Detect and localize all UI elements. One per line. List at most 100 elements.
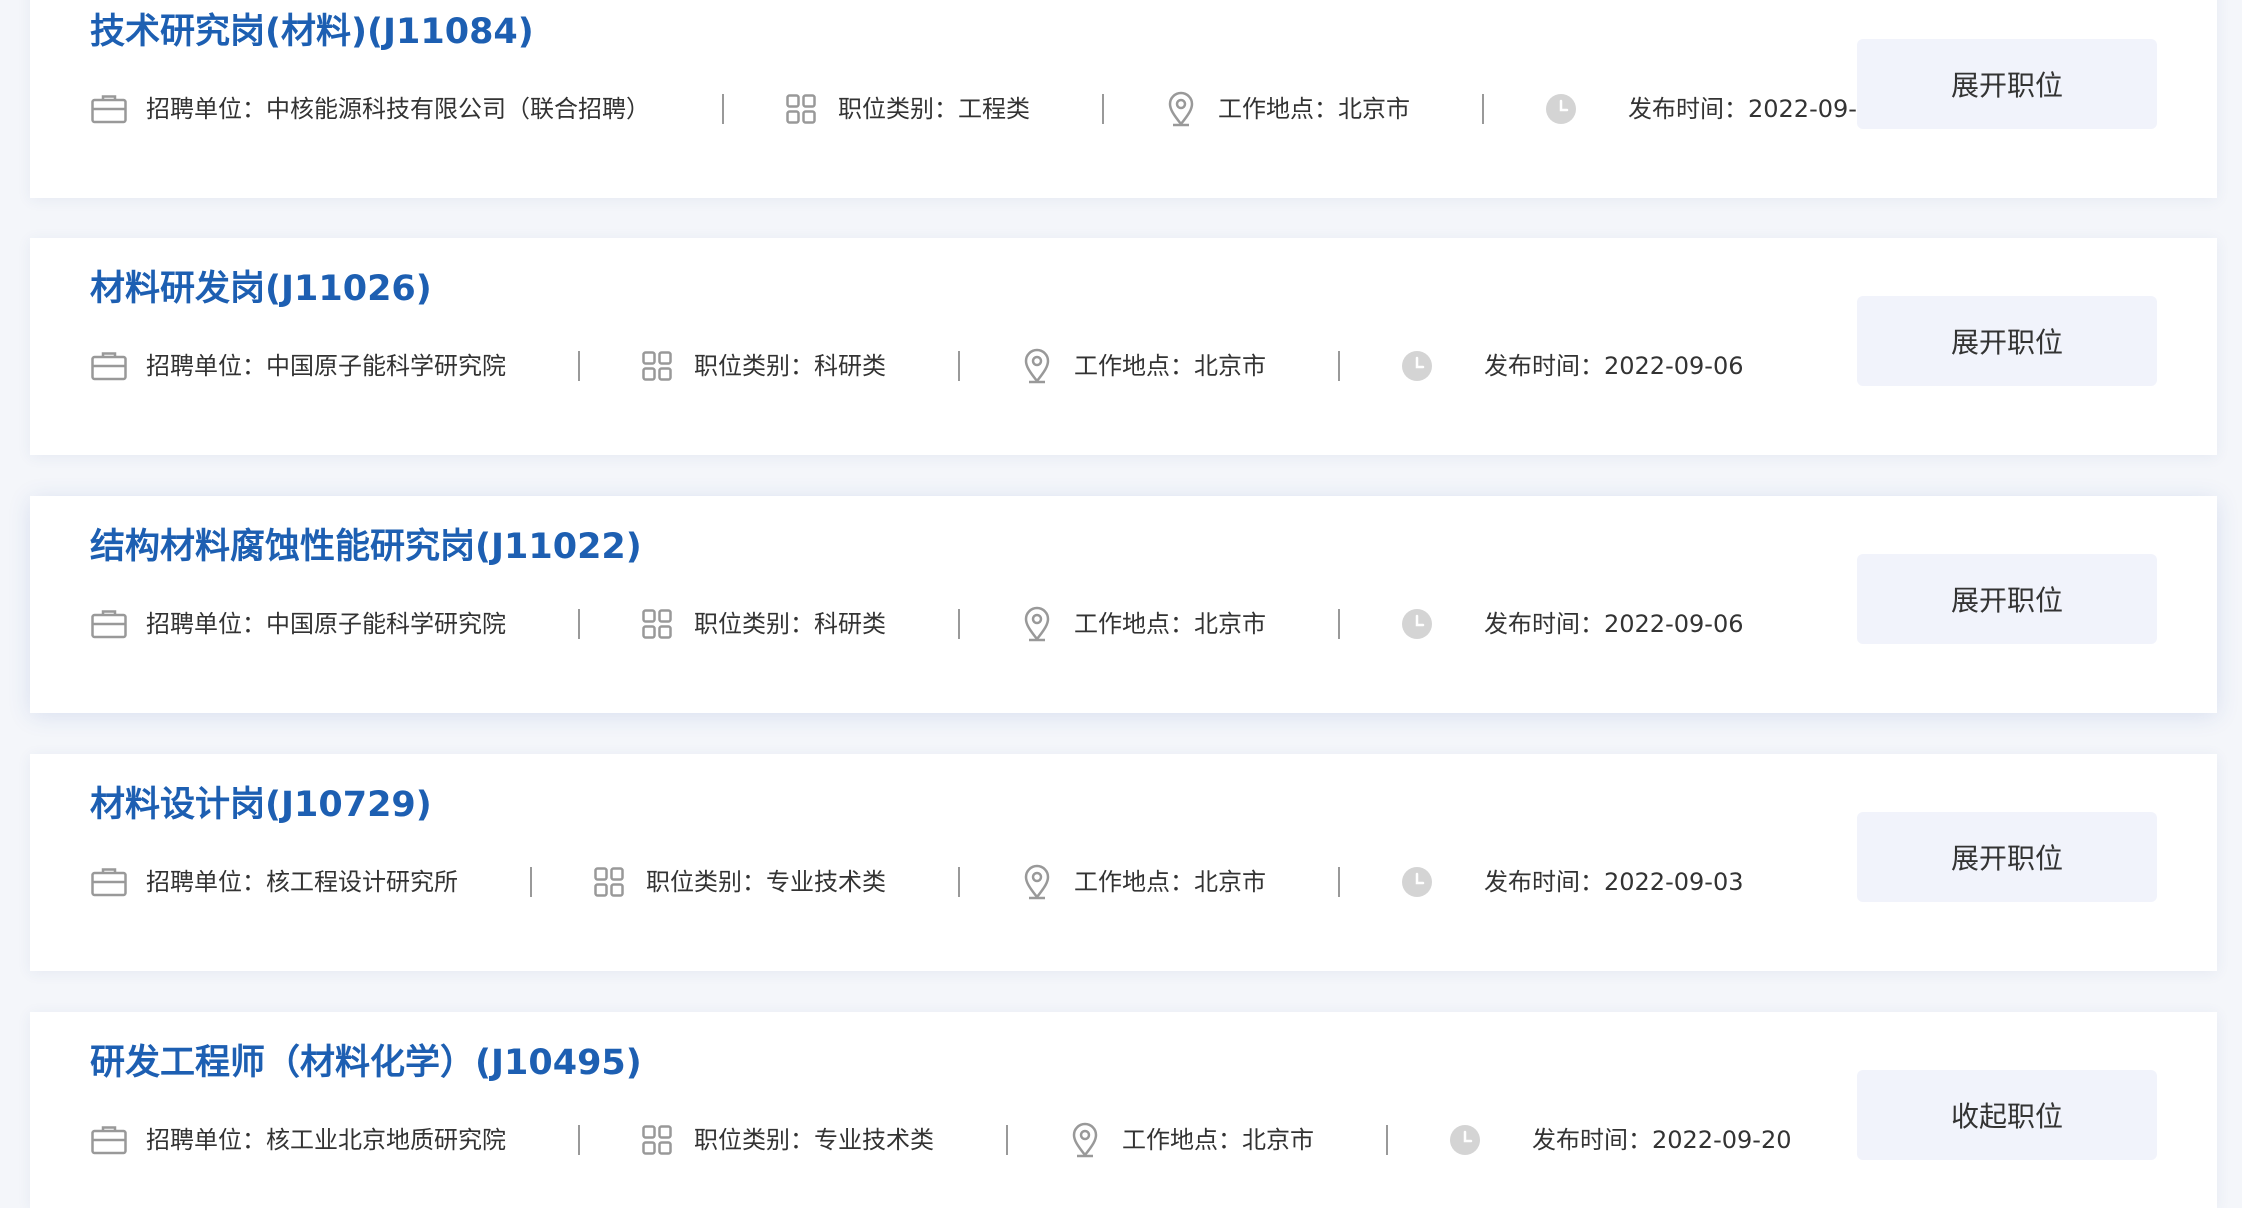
- meta-divider: [722, 94, 724, 124]
- job-list: 技术研究岗(材料)(J11084) 招聘单位： 中核能源科技有限公司（联合招聘） …: [0, 0, 2242, 1208]
- clock-icon: [1398, 347, 1436, 385]
- meta-divider: [1338, 351, 1340, 381]
- category-value: 专业技术类: [766, 868, 886, 896]
- category-value: 科研类: [814, 610, 886, 638]
- date-value: 2022-09-06: [1604, 610, 1744, 638]
- location-value: 北京市: [1242, 1126, 1314, 1154]
- grid-icon: [638, 1121, 676, 1159]
- meta-divider: [958, 609, 960, 639]
- expand-position-button[interactable]: 展开职位: [1857, 554, 2157, 644]
- company-label: 招聘单位：: [146, 352, 266, 380]
- date-meta: 发布时间： 2022-09-20: [1446, 1120, 1791, 1160]
- date-label: 发布时间：: [1484, 352, 1604, 380]
- company-meta: 招聘单位： 核工程设计研究所: [90, 862, 458, 902]
- category-value: 工程类: [958, 95, 1030, 123]
- job-meta-row: 招聘单位： 中核能源科技有限公司（联合招聘） 职位类别： 工程类 工作地点： 北京市: [90, 89, 1887, 129]
- date-label: 发布时间：: [1484, 610, 1604, 638]
- meta-divider: [958, 351, 960, 381]
- location-value: 北京市: [1194, 868, 1266, 896]
- category-meta: 职位类别： 专业技术类: [590, 862, 886, 902]
- grid-icon: [782, 90, 820, 128]
- grid-icon: [590, 863, 628, 901]
- location-value: 北京市: [1194, 352, 1266, 380]
- briefcase-icon: [90, 605, 128, 643]
- expand-position-button[interactable]: 展开职位: [1857, 296, 2157, 386]
- company-label: 招聘单位：: [146, 868, 266, 896]
- location-value: 北京市: [1194, 610, 1266, 638]
- expand-position-button[interactable]: 展开职位: [1857, 39, 2157, 129]
- location-label: 工作地点：: [1218, 95, 1338, 123]
- location-label: 工作地点：: [1122, 1126, 1242, 1154]
- location-pin-icon: [1018, 347, 1056, 385]
- job-card[interactable]: 材料研发岗(J11026) 招聘单位：中国原子能科学研究院 职位类别：科研类: [30, 238, 2217, 455]
- briefcase-icon: [90, 347, 128, 385]
- job-title[interactable]: 材料设计岗(J10729): [90, 783, 432, 827]
- company-value: 中国原子能科学研究院: [266, 610, 506, 638]
- job-meta-row: 招聘单位： 核工业北京地质研究院 职位类别： 专业技术类 工作地点： 北京市 发…: [90, 1120, 1791, 1160]
- job-card[interactable]: 技术研究岗(材料)(J11084) 招聘单位： 中核能源科技有限公司（联合招聘） …: [30, 0, 2217, 198]
- category-meta: 职位类别： 工程类: [782, 89, 1030, 129]
- meta-divider: [1338, 609, 1340, 639]
- location-label: 工作地点：: [1074, 610, 1194, 638]
- date-value: 2022-09-03: [1604, 868, 1744, 896]
- job-card[interactable]: 材料设计岗(J10729) 招聘单位：核工程设计研究所 职位类别：专业技术类: [30, 754, 2217, 971]
- category-label: 职位类别：: [838, 95, 958, 123]
- date-meta: 发布时间： 2022-09-09: [1542, 89, 1887, 129]
- location-meta: 工作地点： 北京市: [1018, 604, 1266, 644]
- date-value: 2022-09-20: [1652, 1126, 1792, 1154]
- job-card[interactable]: 结构材料腐蚀性能研究岗(J11022) 招聘单位： 中国原子能科学研究院 职位类别…: [30, 496, 2217, 713]
- location-pin-icon: [1162, 90, 1200, 128]
- company-meta: 招聘单位： 核工业北京地质研究院: [90, 1120, 506, 1160]
- location-pin-icon: [1018, 605, 1056, 643]
- category-meta: 职位类别： 科研类: [638, 346, 886, 386]
- location-meta: 工作地点： 北京市: [1066, 1120, 1314, 1160]
- date-meta: 发布时间： 2022-09-06: [1398, 604, 1743, 644]
- company-value: 核工程设计研究所: [266, 868, 458, 896]
- category-label: 职位类别：: [694, 352, 814, 380]
- category-meta: 职位类别： 专业技术类: [638, 1120, 934, 1160]
- category-meta: 职位类别： 科研类: [638, 604, 886, 644]
- company-label: 招聘单位：: [146, 1126, 266, 1154]
- meta-divider: [958, 867, 960, 897]
- meta-divider: [1102, 94, 1104, 124]
- collapse-position-button[interactable]: 收起职位: [1857, 1070, 2157, 1160]
- date-label: 发布时间：: [1532, 1126, 1652, 1154]
- meta-divider: [530, 867, 532, 897]
- grid-icon: [638, 347, 676, 385]
- date-label: 发布时间：: [1484, 868, 1604, 896]
- expand-position-button[interactable]: 展开职位: [1857, 812, 2157, 902]
- location-label: 工作地点：: [1074, 868, 1194, 896]
- company-value: 中国原子能科学研究院: [266, 352, 506, 380]
- location-value: 北京市: [1338, 95, 1410, 123]
- clock-icon: [1446, 1121, 1484, 1159]
- company-value: 中核能源科技有限公司（联合招聘）: [266, 95, 650, 123]
- company-label: 招聘单位：: [146, 95, 266, 123]
- company-meta: 招聘单位： 中国原子能科学研究院: [90, 346, 506, 386]
- category-label: 职位类别：: [646, 868, 766, 896]
- company-value: 核工业北京地质研究院: [266, 1126, 506, 1154]
- job-title[interactable]: 技术研究岗(材料)(J11084): [90, 10, 534, 54]
- job-title[interactable]: 材料研发岗(J11026): [90, 267, 432, 311]
- date-meta: 发布时间： 2022-09-06: [1398, 346, 1743, 386]
- category-value: 科研类: [814, 352, 886, 380]
- job-meta-row: 招聘单位： 中国原子能科学研究院 职位类别： 科研类 工作地点： 北京市 发布时…: [90, 346, 1743, 386]
- company-meta: 招聘单位： 中国原子能科学研究院: [90, 604, 506, 644]
- job-card[interactable]: 研发工程师（材料化学）(J10495) 招聘单位： 核工业北京地质研究院 职位类别…: [30, 1012, 2217, 1208]
- location-pin-icon: [1018, 863, 1056, 901]
- job-meta-row: 招聘单位： 核工程设计研究所 职位类别： 专业技术类 工作地点： 北京市 发布时…: [90, 862, 1743, 902]
- clock-icon: [1398, 605, 1436, 643]
- meta-divider: [578, 1125, 580, 1155]
- meta-divider: [1338, 867, 1340, 897]
- briefcase-icon: [90, 863, 128, 901]
- company-meta: 招聘单位： 中核能源科技有限公司（联合招聘）: [90, 89, 650, 129]
- job-title[interactable]: 研发工程师（材料化学）(J10495): [90, 1041, 642, 1085]
- briefcase-icon: [90, 1121, 128, 1159]
- meta-divider: [1482, 94, 1484, 124]
- briefcase-icon: [90, 90, 128, 128]
- location-meta: 工作地点： 北京市: [1162, 89, 1410, 129]
- date-meta: 发布时间： 2022-09-03: [1398, 862, 1743, 902]
- date-label: 发布时间：: [1628, 95, 1748, 123]
- clock-icon: [1398, 863, 1436, 901]
- date-value: 2022-09-06: [1604, 352, 1744, 380]
- job-title[interactable]: 结构材料腐蚀性能研究岗(J11022): [90, 525, 642, 569]
